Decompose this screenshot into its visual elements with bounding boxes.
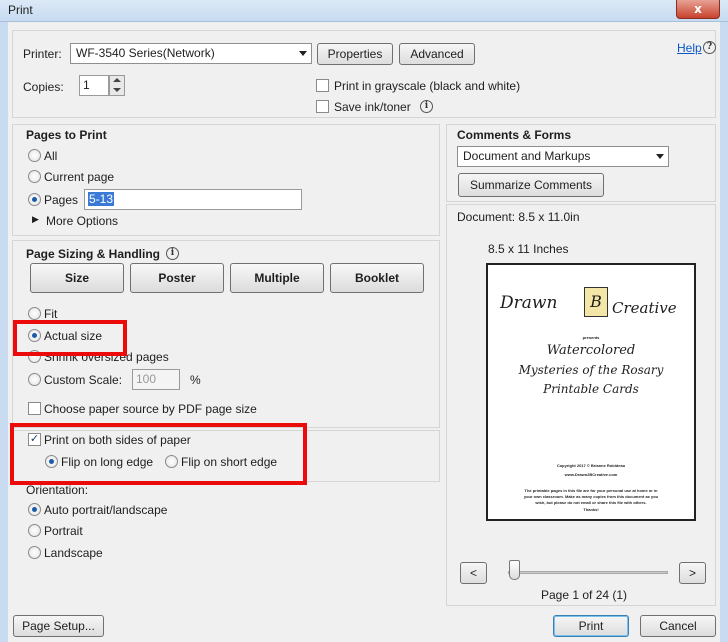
cancel-button[interactable]: Cancel (640, 615, 716, 637)
brand-b: B (584, 287, 608, 317)
orientation-title: Orientation: (26, 483, 89, 497)
auto-orientation-radio[interactable] (28, 503, 41, 516)
more-options-arrow-icon[interactable]: ▶ (32, 214, 39, 225)
stepper-down-icon[interactable] (113, 88, 121, 92)
close-button[interactable]: x (676, 0, 720, 19)
actual-size-highlight (13, 320, 127, 356)
copies-input[interactable]: 1 (79, 75, 109, 96)
doc-title-line-2: Mysteries of the Rosary (518, 363, 664, 377)
grayscale-checkbox[interactable] (316, 79, 329, 92)
portrait-radio[interactable] (28, 524, 41, 537)
save-ink-label: Save ink/toner (334, 100, 411, 114)
printer-selected: WF-3540 Series(Network) (76, 46, 215, 60)
summarize-comments-button[interactable]: Summarize Comments (458, 173, 604, 197)
advanced-button[interactable]: Advanced (399, 43, 475, 65)
footer-line-1: The printable pages in this file are for… (524, 488, 658, 493)
copies-stepper[interactable] (109, 75, 125, 96)
pages-range-input[interactable]: 5-13 (84, 189, 302, 210)
all-pages-radio[interactable] (28, 149, 41, 162)
print-button[interactable]: Print (553, 615, 629, 637)
fit-label: Fit (44, 307, 58, 321)
percent-label: % (190, 373, 201, 387)
window-title: Print (8, 3, 33, 17)
printer-dropdown[interactable]: WF-3540 Series(Network) (70, 43, 312, 64)
page-sizing-title: Page Sizing & Handling (26, 247, 161, 261)
page-preview: Drawn B Creative presents Watercolored M… (486, 263, 696, 521)
page-slider-track[interactable] (508, 571, 668, 574)
paper-source-label: Choose paper source by PDF page size (44, 402, 257, 416)
info-icon[interactable]: i (420, 100, 433, 113)
grayscale-label: Print in grayscale (black and white) (334, 79, 521, 93)
brand-logo: Drawn B Creative (500, 287, 686, 327)
all-pages-label: All (44, 149, 58, 163)
chevron-down-icon (299, 51, 307, 56)
doc-title-line-3: Printable Cards (543, 382, 639, 396)
custom-scale-label: Custom Scale: (44, 373, 123, 387)
presents-text: presents (582, 335, 600, 340)
save-ink-checkbox[interactable] (316, 100, 329, 113)
pages-label: Pages (44, 193, 79, 207)
comments-dropdown[interactable]: Document and Markups (457, 146, 669, 167)
properties-button[interactable]: Properties (317, 43, 393, 65)
footer-line-4: Thanks! (583, 507, 599, 512)
footer-line-2: your own classroom. Make as many copies … (523, 494, 659, 499)
pages-to-print-title: Pages to Print (26, 128, 107, 142)
multiple-button[interactable]: Multiple (230, 263, 324, 293)
website-text: www.Drawn2BCreative.com (564, 472, 618, 477)
page-sizing-info-icon[interactable]: i (166, 247, 179, 260)
duplex-highlight (10, 423, 307, 485)
brand-drawn: Drawn (500, 293, 558, 313)
current-page-radio[interactable] (28, 170, 41, 183)
pages-range-value: 5-13 (88, 192, 115, 206)
copyright-text: Copyright 2017 © Brianne Robideau (556, 463, 626, 468)
next-page-button[interactable]: > (679, 562, 706, 584)
fit-radio[interactable] (28, 307, 41, 320)
comments-selected: Document and Markups (463, 149, 591, 163)
custom-scale-input[interactable]: 100 (132, 369, 180, 390)
help-link[interactable]: Help (677, 41, 702, 55)
brand-creative: Creative (612, 299, 677, 317)
landscape-radio[interactable] (28, 546, 41, 559)
copies-label: Copies: (23, 80, 64, 94)
poster-button[interactable]: Poster (130, 263, 224, 293)
title-bar: Print x (0, 0, 728, 22)
pages-radio[interactable] (28, 193, 41, 206)
custom-scale-radio[interactable] (28, 373, 41, 386)
current-page-label: Current page (44, 170, 115, 184)
help-icon[interactable]: ? (703, 41, 716, 54)
more-options-toggle[interactable]: More Options (46, 214, 118, 228)
printer-label: Printer: (23, 47, 62, 61)
size-button[interactable]: Size (30, 263, 124, 293)
previous-page-button[interactable]: < (460, 562, 487, 584)
auto-orientation-label: Auto portrait/landscape (44, 503, 168, 517)
chevron-down-icon (656, 154, 664, 159)
document-size-label: Document: 8.5 x 11.0in (457, 210, 580, 224)
landscape-label: Landscape (44, 546, 103, 560)
doc-title-line-1: Watercolored (546, 343, 636, 358)
footer-line-3: wish, but please do not email or share t… (535, 500, 647, 505)
paper-source-checkbox[interactable] (28, 402, 41, 415)
page-slider-thumb[interactable] (509, 560, 520, 580)
page-setup-button[interactable]: Page Setup... (13, 615, 104, 637)
stepper-up-icon[interactable] (113, 78, 121, 82)
page-size-label: 8.5 x 11 Inches (488, 242, 569, 256)
page-indicator: Page 1 of 24 (1) (541, 588, 628, 602)
booklet-button[interactable]: Booklet (330, 263, 424, 293)
comments-title: Comments & Forms (457, 128, 572, 142)
portrait-label: Portrait (44, 524, 83, 538)
